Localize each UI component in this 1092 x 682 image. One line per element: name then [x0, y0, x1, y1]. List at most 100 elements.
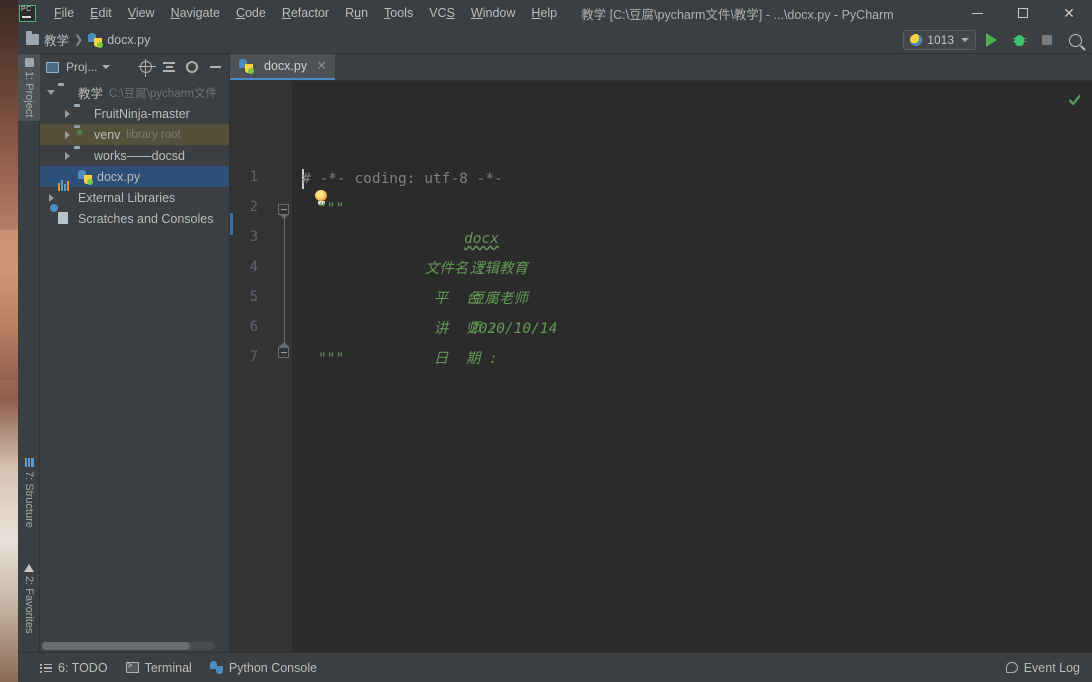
- locate-button[interactable]: [136, 57, 156, 77]
- sidebar-item-favorites[interactable]: 2: Favorites: [18, 559, 40, 637]
- folder-icon: [26, 31, 39, 45]
- menu-file[interactable]: File: [46, 3, 82, 24]
- navigation-bar: 教学 ❯ docx.py 1013: [18, 26, 1092, 54]
- sidebar-item-structure[interactable]: 7: Structure: [18, 454, 40, 532]
- debug-button[interactable]: [1006, 27, 1032, 53]
- menu-vcs[interactable]: VCS: [421, 3, 463, 24]
- docstring-value-filename: docx: [464, 231, 499, 247]
- tree-item-project-root[interactable]: 教学 C:\豆腐\pycharm文件: [40, 82, 229, 103]
- status-python-console[interactable]: Python Console: [209, 661, 317, 675]
- line-number: 2: [249, 199, 258, 215]
- run-configuration-selector[interactable]: 1013: [903, 30, 976, 50]
- menu-view[interactable]: View: [120, 3, 163, 24]
- code-editor[interactable]: 1 2 3 4 5 6 7 # -*- coding: utf-8 -*- ""…: [230, 81, 1092, 652]
- breadcrumb-separator: ❯: [74, 34, 84, 46]
- menu-refactor[interactable]: Refactor: [274, 3, 337, 24]
- main-body: 1: Project 7: Structure 2: Favorites Pro…: [18, 54, 1092, 652]
- sidebar-item-project[interactable]: 1: Project: [18, 54, 40, 122]
- status-terminal[interactable]: Terminal: [125, 661, 192, 675]
- collapse-all-button[interactable]: [159, 57, 179, 77]
- title-bar: PC File Edit View Navigate Code Refactor…: [18, 0, 1092, 26]
- run-button[interactable]: [978, 27, 1004, 53]
- tree-item-label: docx.py: [97, 169, 141, 184]
- maximize-button[interactable]: [1000, 0, 1046, 26]
- fold-collapse-end-icon[interactable]: [278, 342, 291, 360]
- locate-icon: [138, 59, 156, 77]
- folder-icon: [74, 149, 89, 162]
- project-panel-title[interactable]: Proj...: [66, 60, 97, 74]
- fold-collapse-icon[interactable]: [278, 204, 291, 219]
- menu-tools[interactable]: Tools: [376, 3, 421, 24]
- code-line-1: # -*- coding: utf-8 -*-: [302, 171, 503, 187]
- line-number: 1: [249, 169, 258, 185]
- editor-vertical-scrollbar[interactable]: [1080, 81, 1092, 652]
- menu-help[interactable]: Help: [523, 3, 565, 24]
- tree-item-scratches-consoles[interactable]: Scratches and Consoles: [40, 204, 229, 229]
- tree-item-library-root-hint: library root: [126, 128, 181, 141]
- tree-item-venv[interactable]: venv library root: [40, 124, 229, 145]
- tree-item-works-docsd[interactable]: works——docsd: [40, 145, 229, 166]
- search-everywhere-button[interactable]: [1062, 27, 1088, 53]
- chevron-right-icon[interactable]: [44, 193, 58, 202]
- docstring-value-date: 2020/10/14: [470, 321, 558, 337]
- tab-docx-py[interactable]: docx.py ✕: [230, 54, 335, 80]
- tree-item-label: works——docsd: [94, 148, 185, 163]
- tool-tab-label: 2: Favorites: [23, 576, 35, 634]
- chevron-down-icon[interactable]: [102, 65, 111, 69]
- breadcrumb-file-label: docx.py: [107, 32, 151, 47]
- desktop-wallpaper: [0, 0, 18, 682]
- window-controls: ✕: [954, 0, 1092, 26]
- folder-icon: [74, 107, 89, 120]
- menu-run[interactable]: Run: [337, 3, 376, 24]
- tree-item-label: Scratches and Consoles: [78, 211, 214, 226]
- breadcrumb-project[interactable]: 教学: [26, 30, 69, 49]
- settings-button[interactable]: [182, 57, 202, 77]
- stop-button[interactable]: [1034, 27, 1060, 53]
- close-button[interactable]: ✕: [1046, 0, 1092, 26]
- chevron-right-icon[interactable]: [60, 130, 74, 139]
- caret-line-marker: [230, 213, 233, 235]
- line-number: 3: [249, 229, 258, 245]
- editor-tab-bar: docx.py ✕: [230, 54, 1092, 81]
- menu-window[interactable]: Window: [463, 3, 523, 24]
- fold-region-line: [283, 218, 285, 352]
- debug-bug-icon: [1012, 34, 1026, 47]
- menu-navigate[interactable]: Navigate: [163, 3, 228, 24]
- project-tree-horizontal-scrollbar[interactable]: [40, 640, 229, 652]
- left-tool-window-bar: 1: Project 7: Structure 2: Favorites: [18, 54, 40, 652]
- line-number: 6: [249, 319, 258, 335]
- scratches-icon: [50, 204, 73, 225]
- hide-panel-button[interactable]: [205, 57, 225, 77]
- menu-edit[interactable]: Edit: [82, 3, 120, 24]
- python-console-icon: [209, 661, 223, 674]
- run-toolbar: 1013: [903, 26, 1088, 54]
- close-icon[interactable]: ✕: [316, 58, 327, 74]
- project-icon: [24, 58, 34, 67]
- code-text-area[interactable]: # -*- coding: utf-8 -*- """ 文件名 : docx 平…: [292, 81, 1092, 652]
- tree-item-external-libraries[interactable]: External Libraries: [40, 180, 229, 208]
- menu-code[interactable]: Code: [228, 3, 274, 24]
- chevron-right-icon[interactable]: [60, 151, 74, 160]
- star-icon: [24, 563, 34, 572]
- run-triangle-icon: [985, 33, 997, 47]
- python-config-icon: [910, 34, 923, 46]
- project-panel-header: Proj...: [40, 54, 229, 80]
- status-todo[interactable]: 6: TODO: [40, 661, 108, 675]
- tree-item-label: External Libraries: [78, 190, 176, 205]
- scrollbar-thumb[interactable]: [42, 642, 190, 650]
- settings-gear-icon: [186, 61, 198, 73]
- tree-item-label: venv: [94, 127, 121, 142]
- pycharm-window: PC File Edit View Navigate Code Refactor…: [18, 0, 1092, 682]
- project-view-icon: [46, 61, 59, 73]
- breadcrumb-file[interactable]: docx.py: [88, 32, 151, 48]
- project-tree[interactable]: 教学 C:\豆腐\pycharm文件 FruitNinja-master ven…: [40, 80, 229, 640]
- status-event-log[interactable]: Event Log: [1005, 660, 1080, 675]
- search-icon: [1068, 33, 1082, 47]
- chevron-right-icon[interactable]: [60, 109, 74, 118]
- tree-item-fruitninja[interactable]: FruitNinja-master: [40, 103, 229, 124]
- docstring-value-teacher: 豆腐老师: [470, 291, 528, 307]
- status-event-log-label: Event Log: [1023, 660, 1080, 675]
- editor-gutter[interactable]: 1 2 3 4 5 6 7: [230, 81, 292, 652]
- minimize-button[interactable]: [954, 0, 1000, 26]
- chevron-down-icon[interactable]: [44, 90, 58, 95]
